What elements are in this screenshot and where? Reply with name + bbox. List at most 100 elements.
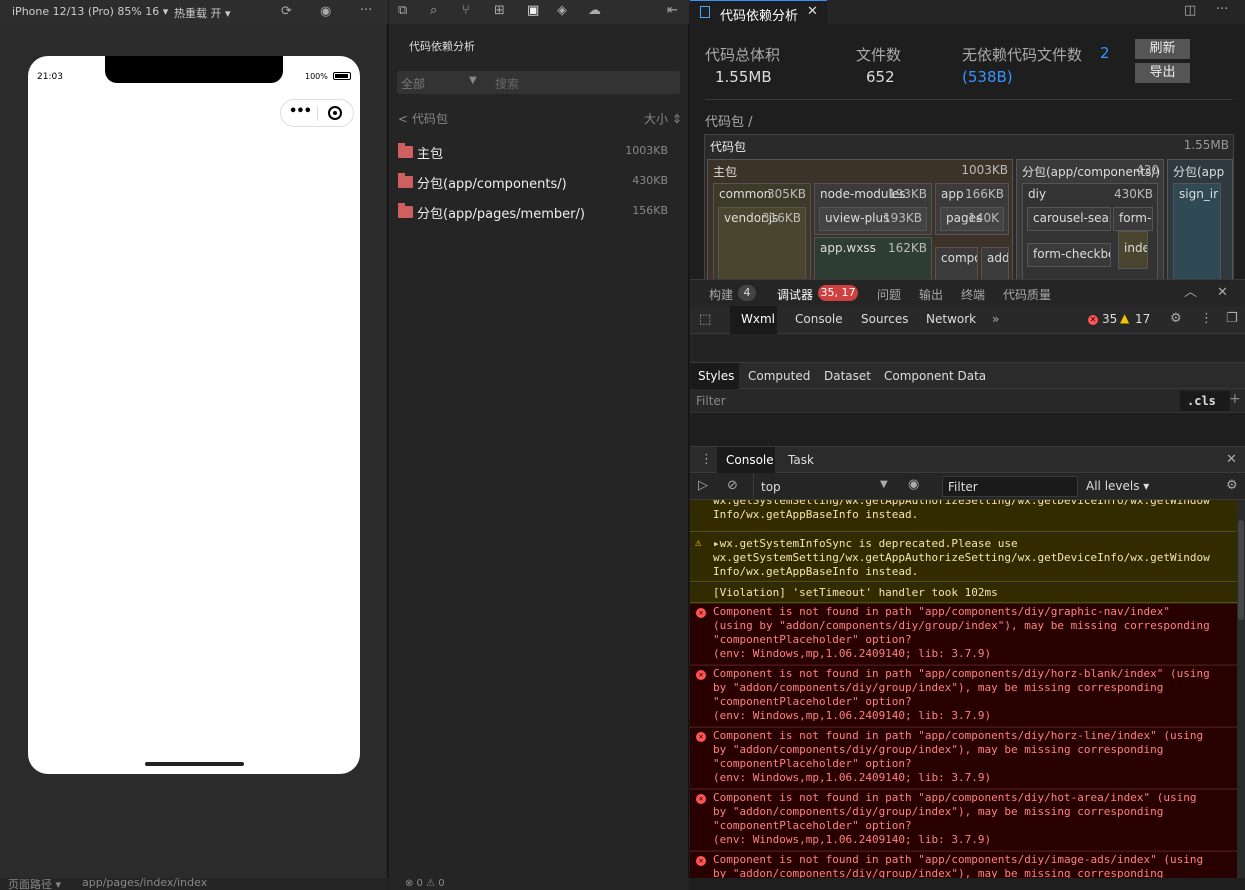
console-message[interactable]: ✕ Component is not found in path "app/com… — [690, 852, 1237, 878]
close-icon[interactable]: ✕ — [1226, 453, 1237, 466]
more-icon[interactable]: ··· — [360, 4, 372, 17]
close-icon[interactable]: ✕ — [807, 4, 818, 19]
treemap-path: 代码包 / — [705, 115, 753, 130]
no-dep-label: 无依赖代码文件数 — [962, 46, 1083, 64]
tab-sources[interactable]: Sources — [861, 312, 908, 326]
treemap-pages[interactable]: pages 140K — [940, 207, 1004, 231]
tab-label: 代码依赖分析 — [720, 9, 799, 24]
more-icon[interactable]: ··· — [1216, 3, 1228, 16]
treemap-index[interactable]: inde — [1118, 231, 1148, 269]
collapse-panel-icon[interactable]: ⇤ — [667, 4, 678, 17]
no-dep-size[interactable]: (538B) — [962, 68, 1013, 86]
tab-component-data[interactable]: Component Data — [884, 369, 986, 383]
log-levels-select[interactable]: All levels ▾ — [1086, 479, 1149, 493]
size-sort-header[interactable]: 大小 ⇕ — [644, 110, 682, 127]
console-message[interactable]: ⚠ ▸wx.getSystemInfoSync is deprecated.Ple… — [690, 533, 1237, 582]
inspect-icon[interactable]: ⬚ — [699, 313, 711, 326]
breadcrumb[interactable]: < 代码包 — [398, 110, 448, 127]
refresh-button[interactable]: 刷新 — [1135, 39, 1190, 59]
more-tabs-icon[interactable]: » — [992, 312, 999, 326]
search-input[interactable]: 搜索 — [495, 75, 519, 92]
page-path-bar: 页面路径 ▾ app/pages/index/index — [0, 876, 388, 890]
hot-reload-toggle[interactable]: 热重载 开 ▾ — [174, 5, 231, 21]
treemap-carousel[interactable]: carousel-searc — [1027, 207, 1111, 231]
problems-status[interactable]: ⊗ 0 ⚠ 0 — [389, 878, 689, 890]
cls-toggle[interactable]: .cls — [1187, 394, 1216, 408]
treemap-uview-plus[interactable]: uview-plus 193KB — [819, 207, 927, 231]
tab-code-quality[interactable]: 代码质量 — [1003, 286, 1051, 303]
filter-bar: 全部 ▼ 搜索 — [397, 71, 680, 94]
files-icon[interactable]: ⧉ — [398, 4, 407, 17]
file-icon — [700, 6, 710, 18]
tab-terminal[interactable]: 终端 — [961, 286, 985, 303]
simulator-panel: iPhone 12/13 (Pro) 85% 16 ▾ 热重载 开 ▾ ⟳ ◉ … — [0, 0, 388, 890]
gear-icon[interactable]: ⚙ — [1226, 479, 1238, 492]
plus-icon[interactable]: + — [1229, 391, 1241, 407]
list-item[interactable]: 分包(app/components/) 430KB — [398, 171, 680, 193]
console-scrollbar[interactable] — [1237, 500, 1245, 878]
tab-issues[interactable]: 问题 — [877, 286, 901, 303]
drawer-tab-task[interactable]: Task — [788, 453, 814, 467]
simulator-toolbar: iPhone 12/13 (Pro) 85% 16 ▾ 热重载 开 ▾ ⟳ ◉ … — [0, 0, 388, 24]
git-branch-icon[interactable]: ⑂ — [462, 4, 470, 17]
styles-filter-input[interactable]: Filter — [696, 394, 726, 408]
list-item[interactable]: 主包 1003KB — [398, 141, 680, 163]
docker-icon[interactable]: ◈ — [557, 4, 567, 17]
stop-icon[interactable]: ◉ — [320, 5, 331, 18]
tab-dataset[interactable]: Dataset — [824, 369, 871, 383]
console-message[interactable]: ✕ Component is not found in path "app/com… — [690, 666, 1237, 727]
caret-down-icon[interactable]: ▼ — [880, 479, 888, 490]
cloud-icon[interactable]: ☁ — [588, 4, 601, 17]
warning-count[interactable]: 17 — [1135, 312, 1150, 326]
kebab-menu-icon[interactable]: ⋮ — [1200, 312, 1213, 325]
split-editor-icon[interactable]: ◫ — [1184, 4, 1196, 17]
sidebar-toggle-icon[interactable]: ▷ — [698, 479, 708, 492]
tab-dependency-analysis[interactable]: 代码依赖分析 ✕ — [690, 0, 827, 24]
undock-icon[interactable]: ❐ — [1226, 312, 1238, 325]
tab-debugger[interactable]: 调试器 — [777, 286, 813, 303]
treemap-form-checkbox[interactable]: form-checkbox — [1027, 243, 1111, 267]
console-filter-input[interactable]: Filter — [948, 480, 978, 494]
eye-icon[interactable]: ◉ — [908, 478, 919, 491]
drawer-tab-console[interactable]: Console — [726, 453, 774, 467]
chevron-up-icon[interactable]: ︿ — [1184, 286, 1197, 299]
tab-build[interactable]: 构建 — [709, 286, 733, 303]
export-button[interactable]: 导出 — [1135, 63, 1190, 83]
styles-filter-bar: Filter .cls + — [690, 389, 1245, 413]
phone-screen[interactable]: 21:03 100% ••• — [28, 56, 360, 774]
console-message[interactable]: [Violation] 'setTimeout' handler took 10… — [690, 583, 1237, 603]
treemap-form-r[interactable]: form-r — [1113, 207, 1153, 231]
console-message[interactable]: ✕ Component is not found in path "app/com… — [690, 790, 1237, 851]
refresh-icon[interactable]: ⟳ — [281, 5, 292, 18]
tab-styles[interactable]: Styles — [698, 369, 734, 383]
type-select[interactable]: 全部 — [401, 75, 425, 92]
tab-output[interactable]: 输出 — [919, 286, 943, 303]
search-icon[interactable]: ⌕ — [430, 4, 437, 17]
context-select[interactable]: top — [761, 480, 781, 494]
console-message[interactable]: ✕ Component is not found in path "app/com… — [690, 728, 1237, 789]
chevron-down-icon[interactable]: ▼ — [469, 75, 477, 86]
gear-icon[interactable]: ⚙ — [1170, 312, 1182, 325]
device-select[interactable]: iPhone 12/13 (Pro) 85% 16 ▾ — [12, 5, 168, 18]
extensions-icon[interactable]: ⊞ — [494, 4, 505, 17]
page-path-label[interactable]: 页面路径 ▾ — [8, 876, 61, 890]
error-count[interactable]: 35 — [1102, 312, 1117, 326]
package-size: 156KB — [632, 204, 668, 217]
console-message[interactable]: ✕ Component is not found in path "app/com… — [690, 604, 1237, 665]
kebab-menu-icon[interactable]: ⋮ — [700, 453, 713, 466]
mini-program-capsule[interactable]: ••• — [280, 99, 354, 127]
console-message[interactable]: wx.getSystemSetting/wx.getAppAuthorizeSe… — [690, 500, 1237, 532]
tab-network[interactable]: Network — [926, 312, 976, 326]
treemap-root[interactable]: 代码包 1.55MB — [705, 135, 1233, 157]
analysis-icon[interactable]: ▣ — [527, 4, 539, 17]
analysis-sidebar: ⧉ ⌕ ⑂ ⊞ ▣ ◈ ☁ ⇤ 代码依赖分析 全部 ▼ 搜索 < 代码包 大小 … — [389, 0, 689, 890]
tab-wxml[interactable]: Wxml — [741, 312, 775, 326]
clear-console-icon[interactable]: ⊘ — [727, 479, 738, 492]
no-dep-count[interactable]: 2 — [1100, 44, 1110, 62]
tab-console[interactable]: Console — [795, 312, 843, 326]
tab-computed[interactable]: Computed — [748, 369, 810, 383]
menu-dots-icon[interactable]: ••• — [289, 104, 312, 119]
close-capsule-icon[interactable] — [328, 106, 342, 120]
list-item[interactable]: 分包(app/pages/member/) 156KB — [398, 201, 680, 223]
close-icon[interactable]: ✕ — [1217, 286, 1228, 299]
